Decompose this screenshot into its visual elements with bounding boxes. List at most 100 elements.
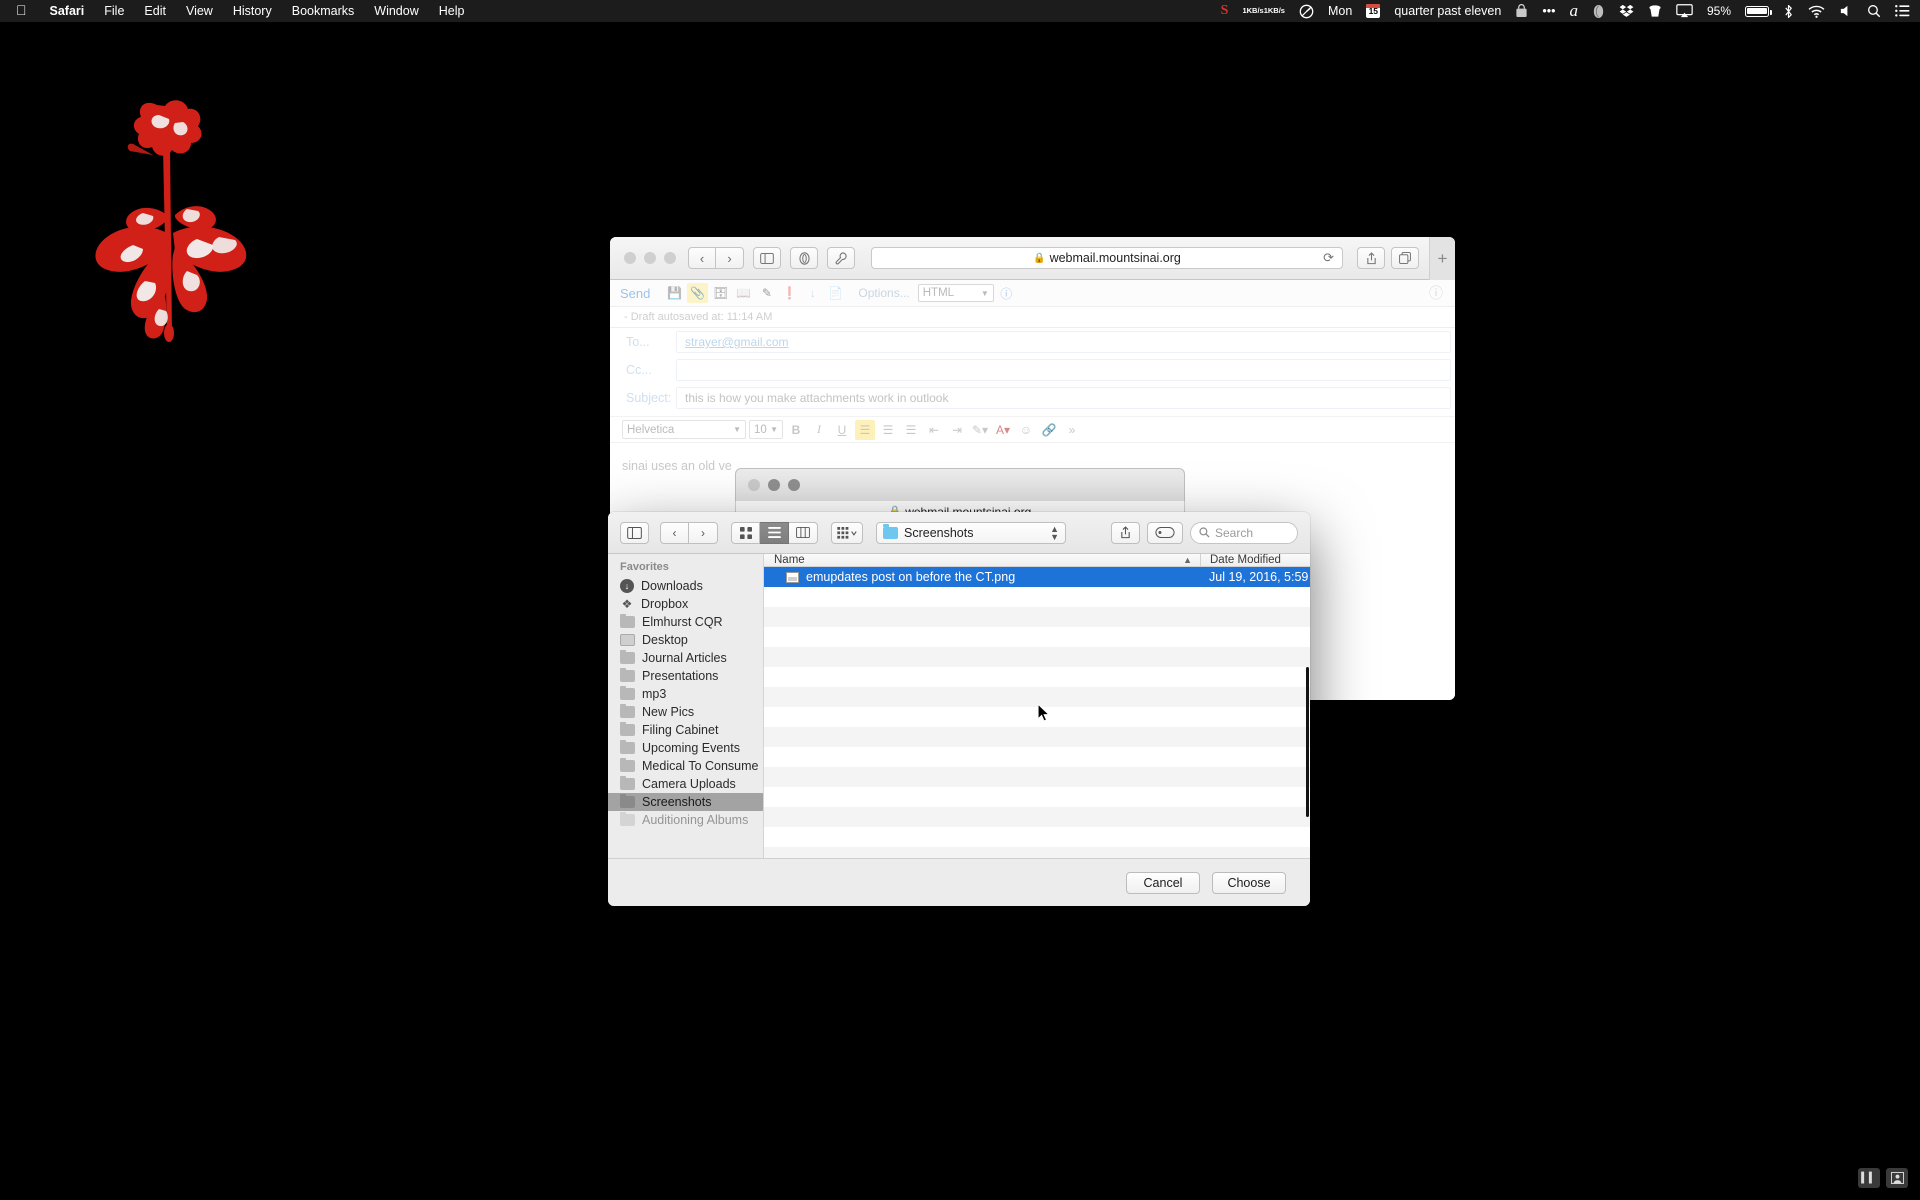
compose-field-cc[interactable]: Cc...: [610, 356, 1455, 384]
list-view-icon[interactable]: [760, 521, 789, 544]
navigation-buttons[interactable]: ‹ ›: [660, 521, 718, 544]
contacts-icon[interactable]: 📖: [733, 283, 754, 303]
menu-item-window[interactable]: Window: [364, 4, 428, 18]
italic-button[interactable]: I: [809, 420, 829, 440]
menu-item-edit[interactable]: Edit: [134, 4, 176, 18]
share-icon[interactable]: [1111, 521, 1140, 544]
menu-item-history[interactable]: History: [223, 4, 282, 18]
insert-link-icon[interactable]: 🔗: [1039, 420, 1059, 440]
share-icon[interactable]: [1357, 247, 1385, 269]
font-size-select[interactable]: 10 ▼: [749, 420, 783, 439]
sidebar-item-mp3[interactable]: mp3: [608, 685, 763, 703]
table-row[interactable]: [764, 667, 1310, 687]
subject-input[interactable]: this is how you make attachments work in…: [676, 387, 1451, 409]
table-row[interactable]: [764, 647, 1310, 667]
table-row[interactable]: [764, 587, 1310, 607]
help-icon[interactable]: ⓘ: [1429, 283, 1443, 303]
notification-center-icon[interactable]: [1895, 5, 1910, 17]
more-chevron-icon[interactable]: »: [1062, 420, 1082, 440]
forward-button[interactable]: ›: [716, 247, 744, 269]
dropbox-icon[interactable]: [1619, 4, 1634, 18]
menubar-status-area[interactable]: S 1KB/s 1KB/s Mon 15 quarter past eleven…: [1214, 1, 1920, 21]
popup-window-titlebar[interactable]: [735, 468, 1185, 501]
menu-item-file[interactable]: File: [94, 4, 134, 18]
cancel-button[interactable]: Cancel: [1126, 871, 1200, 894]
to-input[interactable]: strayer@gmail.com: [676, 331, 1451, 353]
file-dialog-sidebar[interactable]: Favorites ↓ Downloads ❖ Dropbox Elmhurst C…: [608, 554, 764, 858]
reload-icon[interactable]: ⟳: [1323, 250, 1334, 266]
bag-icon[interactable]: [1515, 4, 1528, 18]
address-bar[interactable]: 🔒 webmail.mountsinai.org ⟳: [871, 247, 1343, 269]
speedometer-icon[interactable]: [1299, 4, 1314, 19]
window-traffic-lights[interactable]: [624, 252, 676, 264]
attachment-icon[interactable]: 📎: [687, 283, 709, 303]
signature-icon[interactable]: 📄: [825, 283, 846, 303]
sidebar-toggle-icon[interactable]: [620, 521, 649, 544]
macos-menu-bar[interactable]:  Safari File Edit View History Bookmark…: [0, 0, 1920, 22]
priority-icon[interactable]: ❗: [779, 283, 800, 303]
menu-item-help[interactable]: Help: [429, 4, 475, 18]
scrollbar-thumb[interactable]: [1306, 667, 1309, 817]
menu-item-bookmarks[interactable]: Bookmarks: [282, 4, 365, 18]
rich-text-format-bar[interactable]: Helvetica ▼ 10 ▼ B I U ☰ ☰ ☰ ⇤ ⇥ ✎▾ A▾ ☺…: [610, 416, 1455, 443]
font-family-select[interactable]: Helvetica ▼: [622, 420, 746, 439]
vertical-scrollbar[interactable]: [1306, 567, 1310, 858]
battery-icon[interactable]: [1745, 5, 1772, 17]
menubar-clock-text[interactable]: quarter past eleven: [1394, 4, 1501, 18]
send-button[interactable]: Send: [620, 286, 650, 301]
safari-toolbar[interactable]: ‹ › 🔒 webmail.mountsinai.org ⟳ +: [610, 237, 1455, 280]
sidebar-item-screenshots[interactable]: Screenshots: [608, 793, 763, 811]
sidebar-item-camera-uploads[interactable]: Camera Uploads: [608, 775, 763, 793]
file-list-header[interactable]: Name ▲ Date Modified: [764, 554, 1310, 567]
close-button[interactable]: [624, 252, 636, 264]
indent-icon[interactable]: ⇥: [947, 420, 967, 440]
spellcheck-icon[interactable]: ✎: [756, 283, 777, 303]
compose-toolbar[interactable]: Send 💾 📎 🗄 📖 ✎ ❗ ↓ 📄 Options... HTML ▼ ⓘ…: [610, 280, 1455, 307]
sidebar-item-auditioning-albums[interactable]: Auditioning Albums: [608, 811, 763, 829]
popup-traffic-lights[interactable]: [748, 479, 1184, 491]
table-row[interactable]: [764, 767, 1310, 787]
calendar-date-icon[interactable]: 15: [1366, 4, 1381, 18]
underline-button[interactable]: U: [832, 420, 852, 440]
highlight-color-icon[interactable]: ✎▾: [970, 420, 990, 440]
back-button[interactable]: ‹: [660, 521, 689, 544]
table-row[interactable]: [764, 627, 1310, 647]
minimize-button[interactable]: [644, 252, 656, 264]
current-folder-popup[interactable]: Screenshots ▲ ▼: [876, 521, 1066, 544]
table-row[interactable]: [764, 787, 1310, 807]
sidebar-item-presentations[interactable]: Presentations: [608, 667, 763, 685]
format-select[interactable]: HTML ▼: [917, 284, 994, 302]
align-right-icon[interactable]: ☰: [901, 420, 921, 440]
file-dialog-toolbar[interactable]: ‹ › Screenshots ▲ ▼ Search: [608, 512, 1310, 554]
text-color-icon[interactable]: A▾: [993, 420, 1013, 440]
save-icon[interactable]: 💾: [664, 283, 685, 303]
back-button[interactable]: ‹: [688, 247, 716, 269]
tag-icon[interactable]: [1147, 521, 1183, 544]
trash-icon[interactable]: [1648, 4, 1662, 19]
pause-icon[interactable]: ▍▍: [1858, 1168, 1880, 1188]
compose-field-to[interactable]: To... strayer@gmail.com: [610, 328, 1455, 356]
icon-view-icon[interactable]: [731, 521, 760, 544]
sidebar-item-dropbox[interactable]: ❖ Dropbox: [608, 595, 763, 613]
network-speed-indicator[interactable]: 1KB/s 1KB/s: [1242, 6, 1285, 16]
table-row[interactable]: [764, 747, 1310, 767]
volume-icon[interactable]: [1839, 4, 1853, 18]
sidebar-item-journal-articles[interactable]: Journal Articles: [608, 649, 763, 667]
airplay-icon[interactable]: [1676, 4, 1693, 18]
ellipsis-icon[interactable]: •••: [1542, 4, 1555, 18]
evernote-icon[interactable]: [1592, 4, 1605, 19]
table-row[interactable]: [764, 607, 1310, 627]
bluetooth-icon[interactable]: [1783, 4, 1794, 19]
file-dialog-footer[interactable]: Cancel Choose: [608, 858, 1310, 906]
column-header-date-modified[interactable]: Date Modified: [1200, 554, 1310, 566]
spotlight-search-icon[interactable]: [1867, 4, 1881, 18]
sidebar-item-elmhurst-cqr[interactable]: Elmhurst CQR: [608, 613, 763, 631]
popup-minimize-button[interactable]: [768, 479, 780, 491]
presenter-overlay-icon[interactable]: [1886, 1168, 1908, 1188]
column-header-name[interactable]: Name ▲: [764, 554, 1200, 566]
sidebar-item-desktop[interactable]: Desktop: [608, 631, 763, 649]
table-row[interactable]: emupdates post on before the CT.png Jul …: [764, 567, 1310, 587]
address-book-icon[interactable]: 🗄: [710, 283, 731, 303]
view-mode-buttons[interactable]: [731, 521, 818, 544]
align-left-icon[interactable]: ☰: [855, 419, 875, 440]
